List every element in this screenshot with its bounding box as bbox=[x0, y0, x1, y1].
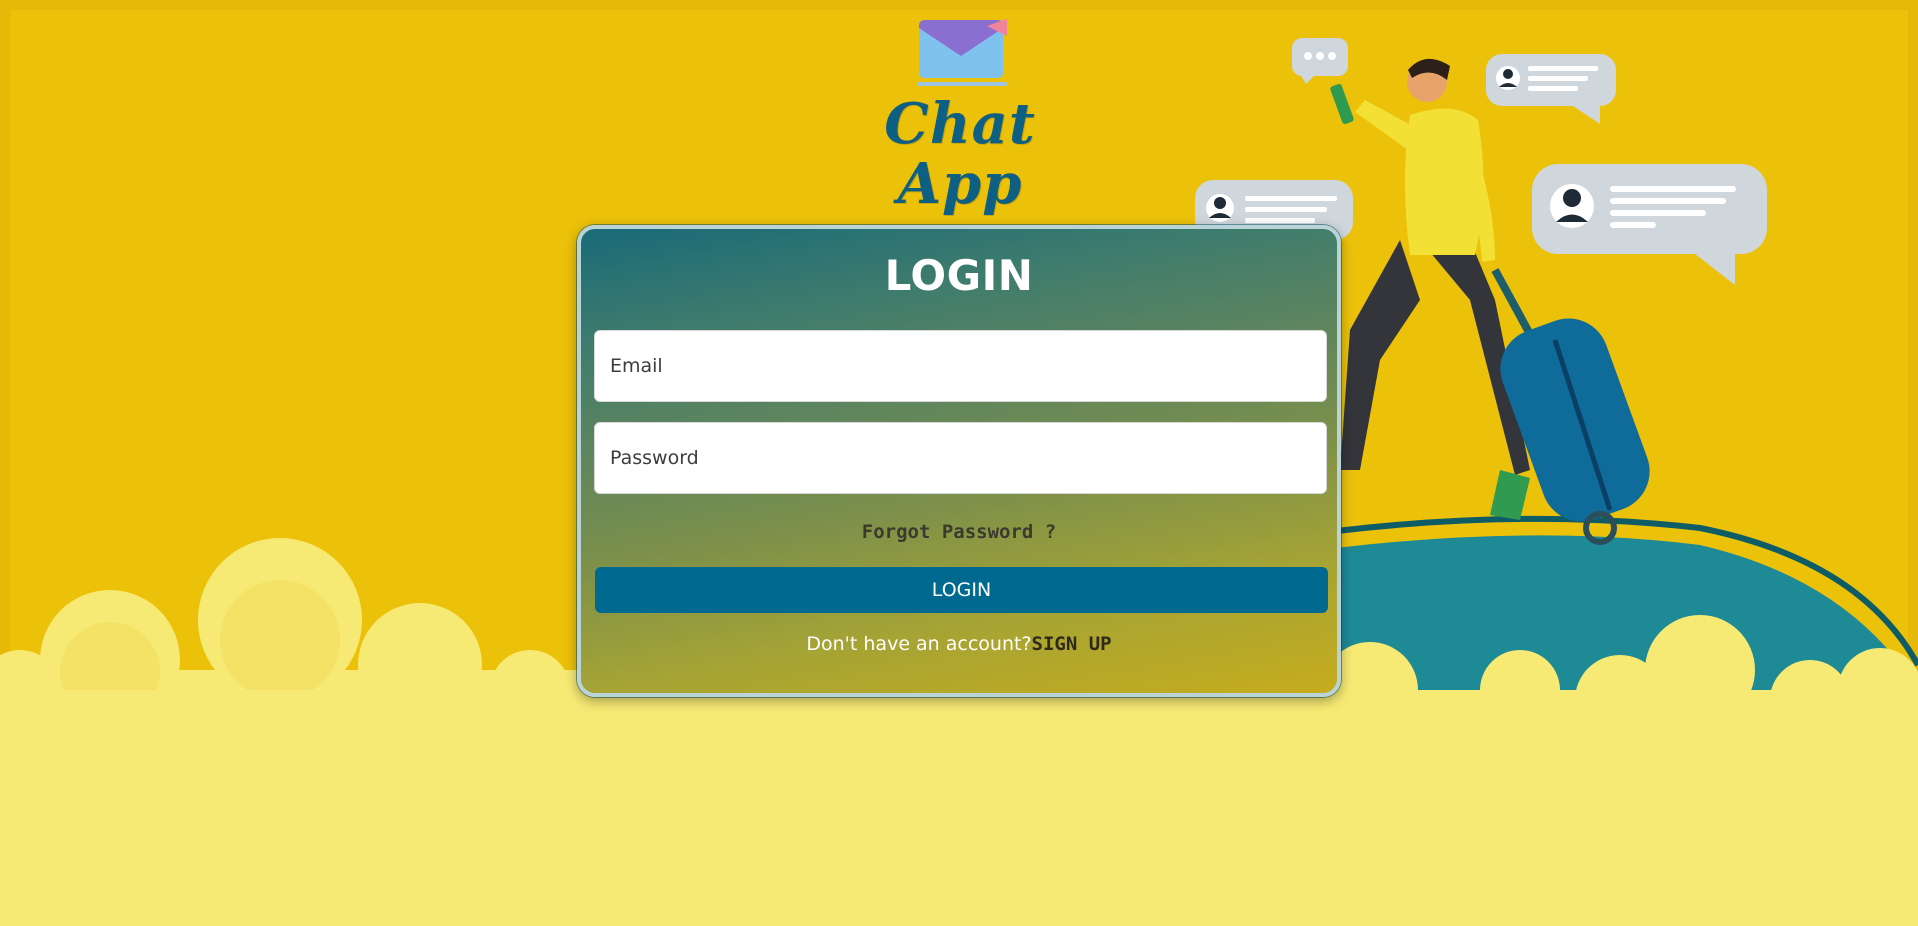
login-card: LOGIN Forgot Password ? LOGIN Don't have… bbox=[577, 225, 1341, 697]
envelope-icon bbox=[917, 18, 1007, 86]
app-logo: Chat App bbox=[820, 14, 1100, 214]
login-title: LOGIN bbox=[884, 251, 1034, 300]
login-button[interactable]: LOGIN bbox=[595, 567, 1328, 613]
signup-row: Don't have an account?SIGN UP bbox=[581, 633, 1337, 655]
forgot-password-link[interactable]: Forgot Password ? bbox=[581, 521, 1337, 543]
password-field[interactable] bbox=[594, 422, 1327, 494]
no-account-text: Don't have an account? bbox=[806, 633, 1032, 655]
login-page: Chat App LOGIN Forgot Password ? LOGIN D… bbox=[0, 0, 1918, 926]
app-logo-text: Chat App bbox=[884, 91, 1036, 217]
signup-link[interactable]: SIGN UP bbox=[1032, 633, 1112, 655]
email-field[interactable] bbox=[594, 330, 1327, 402]
